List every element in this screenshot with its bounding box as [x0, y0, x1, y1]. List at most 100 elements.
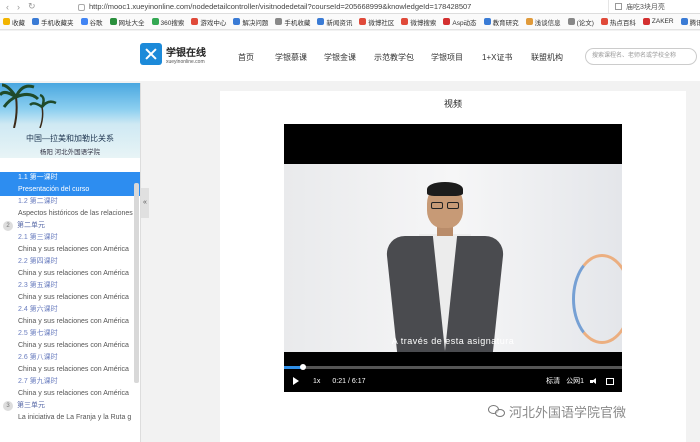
toc-lesson-title[interactable]: China y sus relaciones con América: [0, 268, 140, 280]
toc-chapter[interactable]: 第三单元: [0, 400, 140, 412]
bookmark-label: 收藏: [12, 19, 25, 27]
bookmark-icon: [275, 18, 283, 25]
bookmark-label: 手机收藏夹: [41, 19, 74, 27]
play-icon[interactable]: [293, 377, 299, 385]
search-input[interactable]: 搜索课程名、老师名或学校全称: [585, 48, 697, 65]
url-text: http://mooc1.xueyinonline.com/nodedetail…: [89, 2, 472, 11]
collapse-sidebar-button[interactable]: «: [141, 188, 149, 218]
toc-lesson[interactable]: 2.6 第八课时: [0, 352, 140, 364]
nav-item-teaching-pack[interactable]: 示范教学包: [374, 52, 431, 63]
bookmark-icon: [443, 18, 451, 25]
bookmark-item[interactable]: 教育研究: [483, 17, 519, 27]
bookmark-item[interactable]: 360搜索: [151, 17, 185, 27]
logo-text-cn: 学银在线: [166, 47, 206, 59]
course-subtitle: 杨阳 河北外国语学院: [39, 149, 101, 156]
progress-knob[interactable]: [299, 364, 306, 370]
video-player[interactable]: A través de esta asignatura 1x 0:21 / 6:…: [284, 124, 622, 392]
lecturer-figure: [379, 182, 509, 352]
main-content: 视频 A través de esta asignatura 1x 0:21 /…: [220, 91, 686, 442]
bookmark-icon: [3, 18, 10, 25]
toc-lesson-title[interactable]: China y sus relaciones con América: [0, 364, 140, 376]
toc-lesson[interactable]: 2.2 第四课时: [0, 256, 140, 268]
bookmark-icon: [483, 18, 491, 25]
sidebar-scrollbar[interactable]: [134, 183, 139, 383]
toc-lesson[interactable]: 1.1 第一课时: [0, 172, 140, 184]
toc-lesson-title[interactable]: Presentación del curso: [0, 184, 140, 196]
bookmark-icon: [642, 18, 650, 25]
bookmark-item[interactable]: 热点百科: [600, 17, 636, 27]
bookmark-icon: [359, 18, 367, 25]
back-icon[interactable]: ‹: [6, 2, 9, 12]
quality-selector[interactable]: 标清: [546, 376, 560, 386]
video-progress-bar[interactable]: [284, 364, 622, 370]
toc-lesson[interactable]: 2.7 第九课时: [0, 376, 140, 388]
bookmark-label: 热点百科: [609, 19, 636, 27]
line-selector[interactable]: 公网1: [566, 376, 584, 386]
bookmark-item[interactable]: 新闻资讯: [317, 17, 352, 27]
video-controls: 1x 0:21 / 6:17 标清 公网1: [284, 372, 622, 390]
toc-lesson-title[interactable]: China y sus relaciones con América: [0, 244, 140, 256]
bookmark-icon: [80, 18, 88, 25]
bookmark-item[interactable]: 手机收藏: [275, 17, 310, 27]
bookmark-item[interactable]: 解决问题: [233, 17, 268, 27]
window-icon[interactable]: [615, 3, 622, 10]
bookmark-item[interactable]: 手机收藏夹: [32, 17, 74, 27]
bookmark-label: 手机收藏: [284, 19, 311, 27]
bookmark-label: ZAKER: [651, 18, 674, 25]
browser-right-area: 庙吃3块月亮: [608, 0, 700, 13]
nav-item-certificate[interactable]: 1+X证书: [482, 52, 531, 63]
course-title: 中国—拉美和加勒比关系: [26, 134, 114, 143]
nav-item-mooc[interactable]: 学银慕课: [275, 52, 324, 63]
bookmark-label: 360搜索: [160, 19, 185, 27]
nav-item-projects[interactable]: 学银项目: [431, 52, 482, 63]
playback-speed[interactable]: 1x: [313, 378, 320, 385]
bookmark-label: 教育研究: [492, 19, 519, 27]
page-icon: [78, 3, 85, 11]
toc-lesson[interactable]: 2.3 第五课时: [0, 280, 140, 292]
video-frame[interactable]: [284, 164, 622, 352]
bookmark-item[interactable]: 网址大全: [109, 17, 145, 27]
bookmark-icon: [317, 18, 325, 25]
bookmark-icon: [525, 18, 533, 25]
toc-lesson-title[interactable]: China y sus relaciones con América: [0, 292, 140, 304]
bookmark-item[interactable]: 微博社区: [359, 17, 394, 27]
nav-item-golden-course[interactable]: 学银金课: [324, 52, 374, 63]
bookmark-item[interactable]: 浅谈信息: [525, 17, 561, 27]
toc-lesson-title[interactable]: China y sus relaciones con América: [0, 316, 140, 328]
toc-lesson[interactable]: 1.2 第二课时: [0, 196, 140, 208]
bookmark-item[interactable]: 收藏: [3, 17, 25, 27]
toc-chapter[interactable]: 第二单元: [0, 220, 140, 232]
bookmark-label: 浅谈信息: [534, 19, 561, 27]
volume-icon[interactable]: [590, 377, 598, 385]
bookmark-icon: [109, 18, 117, 25]
toc-lesson-title[interactable]: La iniciativa de La Franja y la Ruta g: [0, 412, 140, 424]
toc-lesson[interactable]: 2.1 第三课时: [0, 232, 140, 244]
refresh-icon[interactable]: ↻: [28, 1, 36, 12]
toc-lesson-title[interactable]: China y sus relaciones con América: [0, 388, 140, 400]
bookmark-item[interactable]: 微博搜索: [401, 17, 436, 27]
course-banner: 中国—拉美和加勒比关系 杨阳 河北外国语学院: [0, 83, 140, 158]
url-field[interactable]: http://mooc1.xueyinonline.com/nodedetail…: [70, 2, 608, 11]
fullscreen-icon[interactable]: [606, 377, 614, 385]
bookmark-item[interactable]: (论文): [567, 17, 594, 27]
bookmark-item[interactable]: 谷歌: [80, 17, 103, 27]
bookmark-icon: [32, 18, 39, 25]
toc-lesson[interactable]: 2.4 第六课时: [0, 304, 140, 316]
bookmark-label: (论文): [576, 19, 594, 27]
course-toc: 1.1 第一课时 Presentación del curso 1.2 第二课时 As…: [0, 158, 140, 424]
site-logo[interactable]: 学银在线 xueyinonline.com: [140, 43, 206, 65]
bookmark-item[interactable]: 腾讯企业: [680, 17, 700, 27]
bookmark-label: 网址大全: [118, 19, 145, 27]
bookmark-item[interactable]: Asp动态: [443, 17, 477, 27]
toc-lesson-title[interactable]: China y sus relaciones con América: [0, 340, 140, 352]
bookmark-label: 游戏中心: [200, 19, 227, 27]
browser-right-text[interactable]: 庙吃3块月亮: [626, 2, 665, 12]
bookmark-item[interactable]: ZAKER: [642, 18, 674, 25]
nav-item-alliance[interactable]: 联盟机构: [531, 52, 576, 63]
toc-lesson[interactable]: 2.5 第七课时: [0, 328, 140, 340]
forward-icon[interactable]: ›: [17, 2, 20, 12]
chapter-number-badge: 2: [3, 221, 13, 231]
toc-lesson-title[interactable]: Aspectos históricos de las relaciones: [0, 208, 140, 220]
bookmark-item[interactable]: 游戏中心: [191, 17, 226, 27]
nav-item-home[interactable]: 首页: [238, 52, 275, 63]
